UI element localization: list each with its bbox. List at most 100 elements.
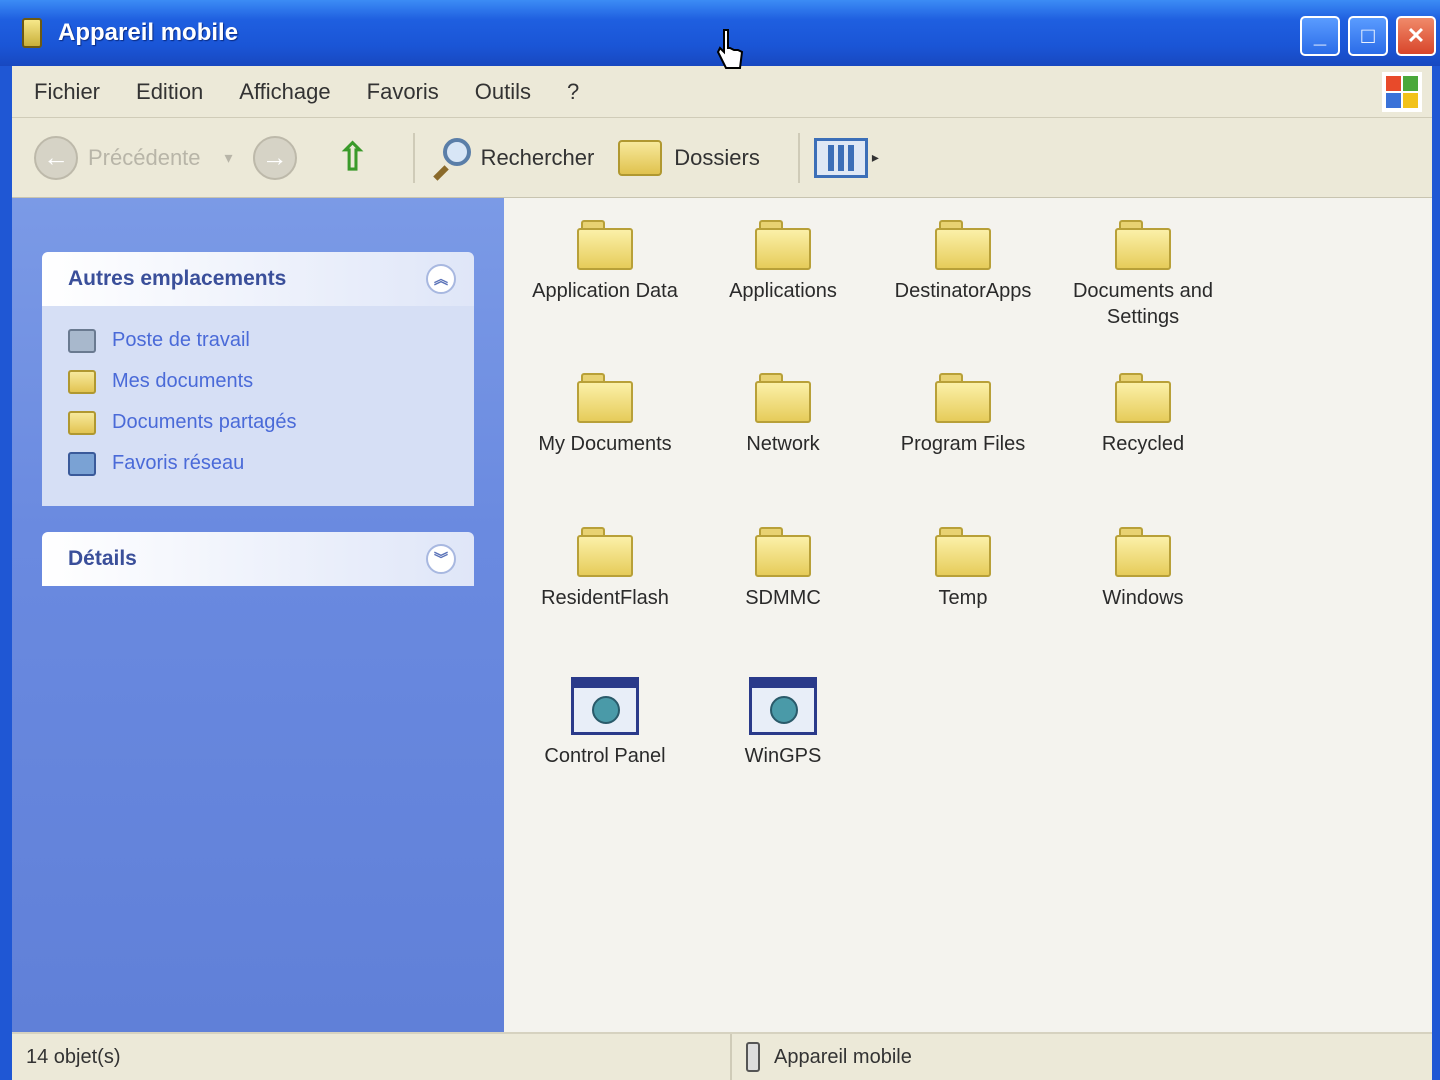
item-label: Documents and Settings	[1072, 280, 1214, 328]
close-button[interactable]: ✕	[1396, 16, 1436, 56]
other-places-header[interactable]: Autres emplacements ︽	[42, 252, 474, 306]
folder-item[interactable]: ResidentFlash	[516, 505, 694, 611]
item-label: Windows	[1102, 587, 1184, 609]
item-label: Network	[746, 433, 820, 455]
folder-icon	[68, 369, 96, 394]
folder-icon	[1115, 373, 1171, 423]
location-label: Appareil mobile	[774, 1045, 912, 1068]
computer-icon	[68, 328, 96, 353]
item-label: WinGPS	[744, 745, 822, 767]
menu-affichage[interactable]: Affichage	[239, 79, 330, 105]
item-label: DestinatorApps	[894, 280, 1032, 302]
other-places-panel: Autres emplacements ︽ Poste de travail M…	[42, 252, 474, 506]
explorer-window: Appareil mobile _ □ ✕ Fichier Edition Af…	[0, 0, 1440, 1080]
folder-item[interactable]: My Documents	[516, 351, 694, 457]
back-label: Précédente	[88, 144, 201, 170]
device-icon	[22, 18, 42, 48]
forward-button[interactable]: →	[252, 135, 307, 180]
folder-item[interactable]: Documents and Settings	[1054, 198, 1232, 330]
status-count: 14 objet(s)	[12, 1034, 732, 1080]
folder-icon	[935, 220, 991, 270]
folder-icon	[68, 410, 96, 435]
details-title: Détails	[68, 547, 137, 570]
place-mes-documents[interactable]: Mes documents	[68, 361, 474, 402]
maximize-button[interactable]: □	[1348, 16, 1388, 56]
back-button[interactable]: ← Précédente	[34, 135, 201, 180]
window-title: Appareil mobile	[58, 19, 239, 46]
mobile-device-icon	[746, 1042, 760, 1072]
file-view: Application Data Applications Destinator…	[504, 198, 1432, 1032]
up-button[interactable]: ⇧	[331, 134, 375, 182]
place-favoris-reseau[interactable]: Favoris réseau	[68, 443, 474, 484]
windows-logo-icon	[1382, 72, 1422, 112]
minimize-button[interactable]: _	[1300, 16, 1340, 56]
views-button[interactable]: ▸	[813, 137, 879, 178]
search-button[interactable]: Rechercher	[429, 136, 595, 181]
object-count: 14 objet(s)	[26, 1045, 121, 1068]
item-label: Control Panel	[544, 745, 666, 767]
search-label: Rechercher	[480, 144, 595, 170]
folder-icon	[577, 220, 633, 270]
folder-icon	[935, 373, 991, 423]
folder-icon	[755, 527, 811, 577]
details-panel: Détails ︾	[42, 532, 474, 586]
network-icon	[68, 451, 96, 476]
control-panel-item[interactable]: Control Panel	[516, 659, 694, 769]
place-documents-partages[interactable]: Documents partagés	[68, 402, 474, 443]
folder-icon	[755, 373, 811, 423]
folder-icon	[755, 220, 811, 270]
item-label: SDMMC	[745, 587, 821, 609]
folder-item[interactable]: Application Data	[516, 198, 694, 304]
folder-item[interactable]: Recycled	[1054, 351, 1232, 457]
menu-outils[interactable]: Outils	[475, 79, 531, 105]
item-label: Recycled	[1101, 433, 1185, 455]
folder-item[interactable]: DestinatorApps	[874, 198, 1052, 304]
folders-label: Dossiers	[674, 144, 760, 170]
other-places-title: Autres emplacements	[68, 267, 287, 290]
menu-edition[interactable]: Edition	[136, 79, 203, 105]
item-label: Program Files	[900, 433, 1026, 455]
hand-cursor-icon	[716, 29, 744, 69]
menu-help[interactable]: ?	[567, 79, 579, 105]
window-controls: _ □ ✕	[1300, 16, 1436, 56]
menu-favoris[interactable]: Favoris	[367, 79, 439, 105]
place-label: Poste de travail	[112, 329, 250, 351]
folder-item[interactable]: Windows	[1054, 505, 1232, 611]
item-label: Applications	[729, 280, 837, 302]
task-pane: Autres emplacements ︽ Poste de travail M…	[12, 198, 504, 1032]
wingps-item[interactable]: WinGPS	[694, 659, 872, 769]
item-label: ResidentFlash	[541, 587, 669, 609]
item-label: Application Data	[532, 280, 678, 302]
forward-arrow-icon: →	[252, 135, 297, 180]
place-label: Favoris réseau	[112, 452, 245, 474]
details-header[interactable]: Détails ︾	[42, 532, 474, 586]
views-dropdown-icon: ▸	[871, 149, 879, 165]
toolbar: ← Précédente ▾ → ⇧ Rechercher Dossiers ▸	[12, 118, 1432, 198]
toolbar-separator	[412, 132, 415, 183]
folder-item[interactable]: Applications	[694, 198, 872, 304]
menu-fichier[interactable]: Fichier	[34, 79, 100, 105]
folder-icon	[577, 373, 633, 423]
folders-button[interactable]: Dossiers	[618, 139, 760, 176]
collapse-icon[interactable]: ︽	[426, 264, 456, 294]
toolbar-separator	[797, 132, 800, 183]
item-label: My Documents	[538, 433, 672, 455]
place-poste-de-travail[interactable]: Poste de travail	[68, 320, 474, 361]
status-bar: 14 objet(s) Appareil mobile	[12, 1032, 1432, 1080]
folder-icon	[577, 527, 633, 577]
place-label: Documents partagés	[112, 411, 297, 433]
folder-icon	[1115, 527, 1171, 577]
folder-item[interactable]: Network	[694, 351, 872, 457]
place-label: Mes documents	[112, 370, 254, 392]
folder-item[interactable]: Temp	[874, 505, 1052, 611]
item-label: Temp	[938, 587, 988, 609]
up-folder-icon: ⇧	[336, 137, 369, 179]
expand-icon[interactable]: ︾	[426, 544, 456, 574]
folder-item[interactable]: Program Files	[874, 351, 1052, 457]
status-location: Appareil mobile	[732, 1042, 912, 1072]
back-arrow-icon: ←	[34, 135, 78, 180]
folder-icon	[1115, 220, 1171, 270]
back-dropdown-icon[interactable]: ▾	[225, 148, 233, 168]
folder-item[interactable]: SDMMC	[694, 505, 872, 611]
folder-icon	[935, 527, 991, 577]
